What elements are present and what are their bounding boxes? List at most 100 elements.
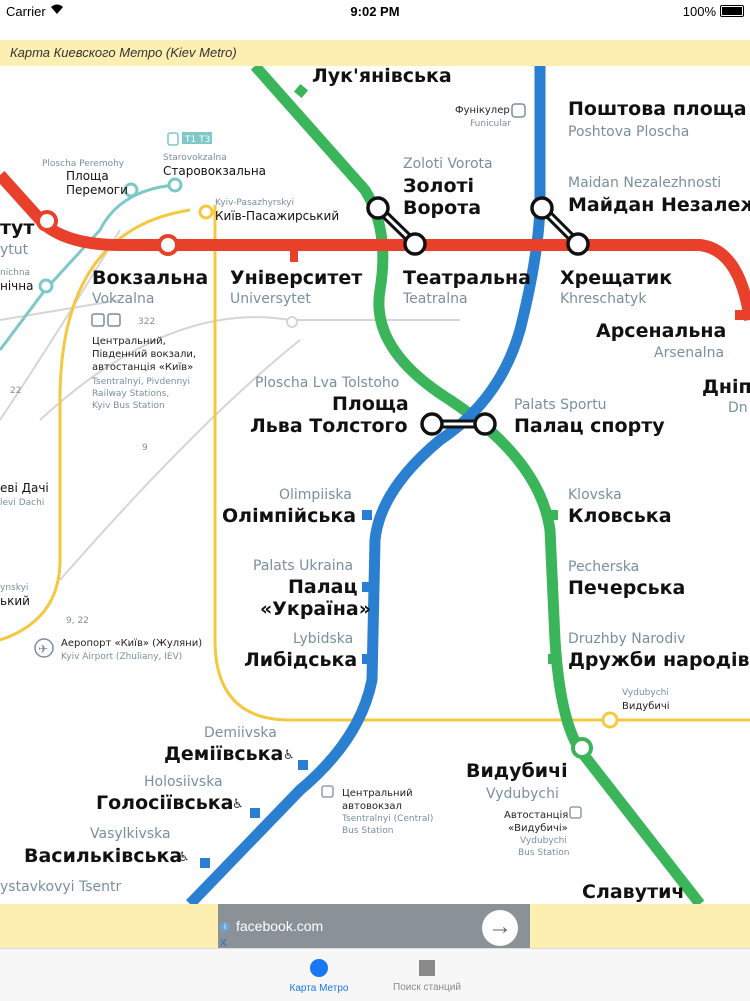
tram-badge-text: T1 T3 xyxy=(184,135,210,145)
station-druzhby[interactable]: Дружби народів xyxy=(568,649,750,671)
station-politekhnichnyi-partial[interactable]: тут xyxy=(0,217,34,239)
station-zoloti-vorota-latin: Zoloti Vorota xyxy=(403,156,493,172)
clock: 9:02 PM xyxy=(350,4,400,19)
vokzal-info-3: автостанція «Київ» xyxy=(92,361,193,373)
vydubychi-circle[interactable] xyxy=(571,737,593,759)
station-dachi[interactable]: еві Дачі xyxy=(0,481,49,495)
vydubychi-rail-circle xyxy=(601,711,619,729)
vydubychi-bus-2: «Видубичі» xyxy=(508,822,568,834)
station-vasylkivska[interactable]: Васильківська xyxy=(24,845,182,867)
kyiv-pas-circle xyxy=(198,204,214,220)
bus-9-22-label: 9, 22 xyxy=(66,616,89,626)
station-pecherska[interactable]: Печерська xyxy=(568,577,685,599)
tram-icon xyxy=(167,132,179,146)
station-klovska[interactable]: Кловська xyxy=(568,505,672,527)
starovokzalna-circle xyxy=(167,177,183,193)
train-icon xyxy=(91,313,105,327)
rail-stop-circle xyxy=(286,316,298,328)
ad-info-icon[interactable]: i xyxy=(220,922,230,932)
ad-box[interactable]: i X facebook.com → xyxy=(218,904,530,952)
station-dnipro-partial[interactable]: Дніп xyxy=(702,376,750,398)
station-khreschatyk[interactable]: Хрещатик xyxy=(560,267,672,289)
station-holosiivska[interactable]: Голосіївська xyxy=(96,792,233,814)
vydubychi-bus-1: Автостанція xyxy=(504,809,568,821)
station-poshtova[interactable]: Поштова площа xyxy=(568,98,747,120)
vydubychi-bus-icon xyxy=(569,806,582,819)
station-teatralna[interactable]: Театральна xyxy=(403,267,531,289)
station-vokzalna-latin: Vokzalna xyxy=(92,291,154,307)
station-dachi-latin: levi Dachi xyxy=(0,498,44,508)
ad-text[interactable]: facebook.com xyxy=(236,918,323,934)
vokzal-info-2: Південний вокзали, xyxy=(92,348,196,360)
station-palats-ukraina-line2[interactable]: «Україна» xyxy=(260,598,371,620)
station-kyiv-pas[interactable]: Київ-Пасажирський xyxy=(215,209,339,223)
station-palats-sportu[interactable]: Палац спорту xyxy=(514,415,665,437)
bus-icon xyxy=(107,313,121,327)
station-teatralna-latin: Teatralna xyxy=(402,291,468,307)
station-demiivska-latin: Demiivska xyxy=(204,725,277,741)
funicular-icon xyxy=(511,103,526,118)
station-arsenalna[interactable]: Арсенальна xyxy=(596,320,726,342)
airport-latin: Kyiv Airport (Zhuliany, IEV) xyxy=(61,652,182,662)
vydubychi-bus-lat-2: Bus Station xyxy=(518,848,569,858)
station-klovska-latin: Klovska xyxy=(568,487,622,503)
map-icon xyxy=(310,959,328,977)
station-khreschatyk-latin: Khreschatyk xyxy=(560,291,647,307)
station-shuliavska-latin: nichna xyxy=(0,268,30,278)
station-olimpiiska[interactable]: Олімпійська xyxy=(222,505,356,527)
vydubychi-bus-lat-1: Vydubychi xyxy=(520,836,567,846)
station-arsenalna-latin: Arsenalna xyxy=(654,345,724,361)
station-politekhnichnyi-latin: ytut xyxy=(0,242,29,258)
funicular-label: Фунікулер xyxy=(455,104,510,116)
tab-station-search-label: Поиск станций xyxy=(393,982,461,993)
vokzalna-circle[interactable] xyxy=(157,234,179,256)
shuliavska-circle xyxy=(38,278,54,294)
station-left[interactable]: ький xyxy=(0,594,30,608)
tab-bar: Карта Метро Поиск станций xyxy=(0,948,750,1001)
station-peremohy-line2[interactable]: Перемоги xyxy=(66,183,128,197)
central-bus-lat-2: Bus Station xyxy=(342,826,393,836)
station-vokzalna[interactable]: Вокзальна xyxy=(92,267,208,289)
station-palats-ukraina-line1[interactable]: Палац xyxy=(288,576,358,598)
station-peremohy-line1[interactable]: Площа xyxy=(66,169,109,183)
plane-icon: ✈ xyxy=(38,642,48,656)
station-dnipro-latin: Dn xyxy=(728,400,748,416)
metro-map-canvas[interactable]: Лук'янівська Поштова площа Poshtova Plos… xyxy=(0,66,750,904)
station-vydubychi-rail-latin: Vydubychi xyxy=(622,688,669,698)
station-maidan-latin: Maidan Nezalezhnosti xyxy=(568,175,721,191)
airport-label: Аеропорт «Київ» (Жуляни) xyxy=(61,638,202,649)
bus-22-label: 22 xyxy=(10,386,21,396)
station-vystavkovyi-latin: ystavkovyi Tsentr xyxy=(0,879,122,895)
app-title: Карта Киевского Метро (Kiev Metro) xyxy=(10,45,237,60)
station-starovokzalna[interactable]: Старовокзальна xyxy=(163,164,266,178)
station-lybidska-latin: Lybidska xyxy=(293,631,353,647)
central-bus-2: автовокзал xyxy=(342,801,402,812)
station-left-latin: ynskyi xyxy=(0,583,28,593)
station-lukianivska[interactable]: Лук'янівська xyxy=(312,66,452,87)
station-tolstoho-latin: Ploscha Lva Tolstoho xyxy=(255,375,399,391)
station-holosiivska-latin: Holosiivska xyxy=(144,774,223,790)
station-tolstoho-line1[interactable]: Площа xyxy=(332,393,409,415)
station-maidan[interactable]: Майдан Незалеж xyxy=(568,194,750,216)
station-lybidska[interactable]: Либідська xyxy=(244,649,357,671)
station-slavutych[interactable]: Славутич xyxy=(582,881,684,903)
central-bus-icon xyxy=(321,785,334,798)
station-starovokzalna-latin: Starovokzalna xyxy=(163,153,227,163)
battery-percent: 100% xyxy=(682,4,716,19)
station-tolstoho-line2[interactable]: Льва Толстого xyxy=(250,415,408,437)
station-zoloti-vorota-line1[interactable]: Золоті xyxy=(403,175,474,197)
ad-arrow-icon[interactable]: → xyxy=(482,910,518,946)
metro-map[interactable]: Лук'янівська Поштова площа Poshtova Plos… xyxy=(0,66,750,904)
politekhnichnyi-circle[interactable] xyxy=(36,210,58,232)
tab-station-search[interactable]: Поиск станций xyxy=(357,949,497,1001)
station-universytet[interactable]: Університет xyxy=(230,267,362,289)
vokzal-latin-3: Kyiv Bus Station xyxy=(92,401,165,411)
station-shuliavska[interactable]: нічна xyxy=(0,279,33,293)
station-vydubychi[interactable]: Видубичі xyxy=(466,760,568,782)
station-zoloti-vorota-line2[interactable]: Ворота xyxy=(403,197,481,219)
station-demiivska[interactable]: Деміївська xyxy=(164,743,283,765)
station-vydubychi-latin: Vydubychi xyxy=(486,786,559,802)
station-poshtova-latin: Poshtova Ploscha xyxy=(568,124,689,140)
station-vydubychi-rail[interactable]: Видубичі xyxy=(622,700,670,712)
accessible-icon: ♿ xyxy=(232,796,244,811)
